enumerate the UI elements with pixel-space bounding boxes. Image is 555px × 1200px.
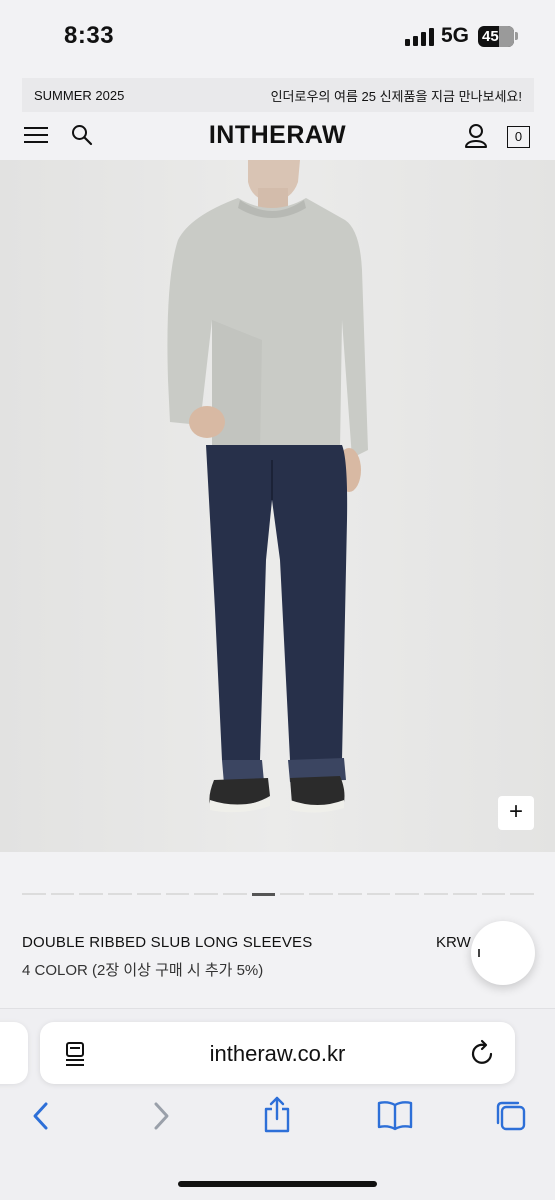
promo-banner[interactable]: SUMMER 2025 인더로우의 여름 25 신제품을 지금 만나보세요! [22,78,534,112]
carousel-dot[interactable] [510,893,534,895]
cart-icon[interactable]: 0 [507,126,530,148]
previous-tab-preview[interactable] [0,1022,28,1084]
zoom-button[interactable]: + [498,796,534,830]
product-price: KRW [436,934,471,951]
back-icon[interactable] [30,1101,52,1136]
product-name[interactable]: DOUBLE RIBBED SLUB LONG SLEEVES [22,934,312,951]
carousel-dot[interactable] [251,893,276,896]
carousel-indicator[interactable] [22,893,534,896]
safari-nav-bar [0,1096,555,1141]
carousel-dot[interactable] [165,893,190,895]
signal-icon [405,28,434,46]
promo-season: SUMMER 2025 [34,87,125,103]
battery-icon: 45 [478,26,514,47]
product-subtitle: 4 COLOR (2장 이상 구매 시 추가 5%) [22,962,264,979]
tabs-icon[interactable] [494,1099,528,1138]
carousel-dot[interactable] [424,893,448,895]
reload-icon[interactable] [470,1039,496,1072]
user-icon[interactable] [464,123,488,149]
carousel-dot[interactable] [136,893,161,895]
carousel-dot[interactable] [395,893,420,895]
carousel-dot[interactable] [194,893,219,895]
status-bar: 8:33 5G 45 [0,0,555,70]
promo-message: 인더로우의 여름 25 신제품을 지금 만나보세요! [270,88,522,104]
carousel-dot[interactable] [223,893,247,895]
carousel-dot[interactable] [50,893,75,895]
browser-toolbar: intheraw.co.kr [0,1008,555,1200]
product-image[interactable]: + [0,160,555,852]
forward-icon[interactable] [150,1101,172,1136]
home-indicator [178,1181,377,1187]
carousel-dot[interactable] [366,893,391,895]
model-illustration [0,160,555,852]
address-bar[interactable]: intheraw.co.kr [40,1022,515,1084]
url-text[interactable]: intheraw.co.kr [40,1041,515,1067]
carousel-dot[interactable] [481,893,506,895]
site-header: INTHERAW 0 [0,113,555,160]
floating-action-button[interactable] [471,921,535,985]
status-time: 8:33 [64,22,115,49]
bookmarks-icon[interactable] [376,1099,414,1136]
battery-level: 45 [482,28,499,45]
network-label: 5G [441,24,470,47]
carousel-dot[interactable] [280,893,305,895]
carousel-dot[interactable] [452,893,477,895]
carousel-dot[interactable] [337,893,362,895]
carousel-dot[interactable] [22,893,46,895]
carousel-dot[interactable] [309,893,333,895]
share-icon[interactable] [262,1095,292,1138]
carousel-dot[interactable] [79,893,104,895]
carousel-dot[interactable] [108,893,132,895]
